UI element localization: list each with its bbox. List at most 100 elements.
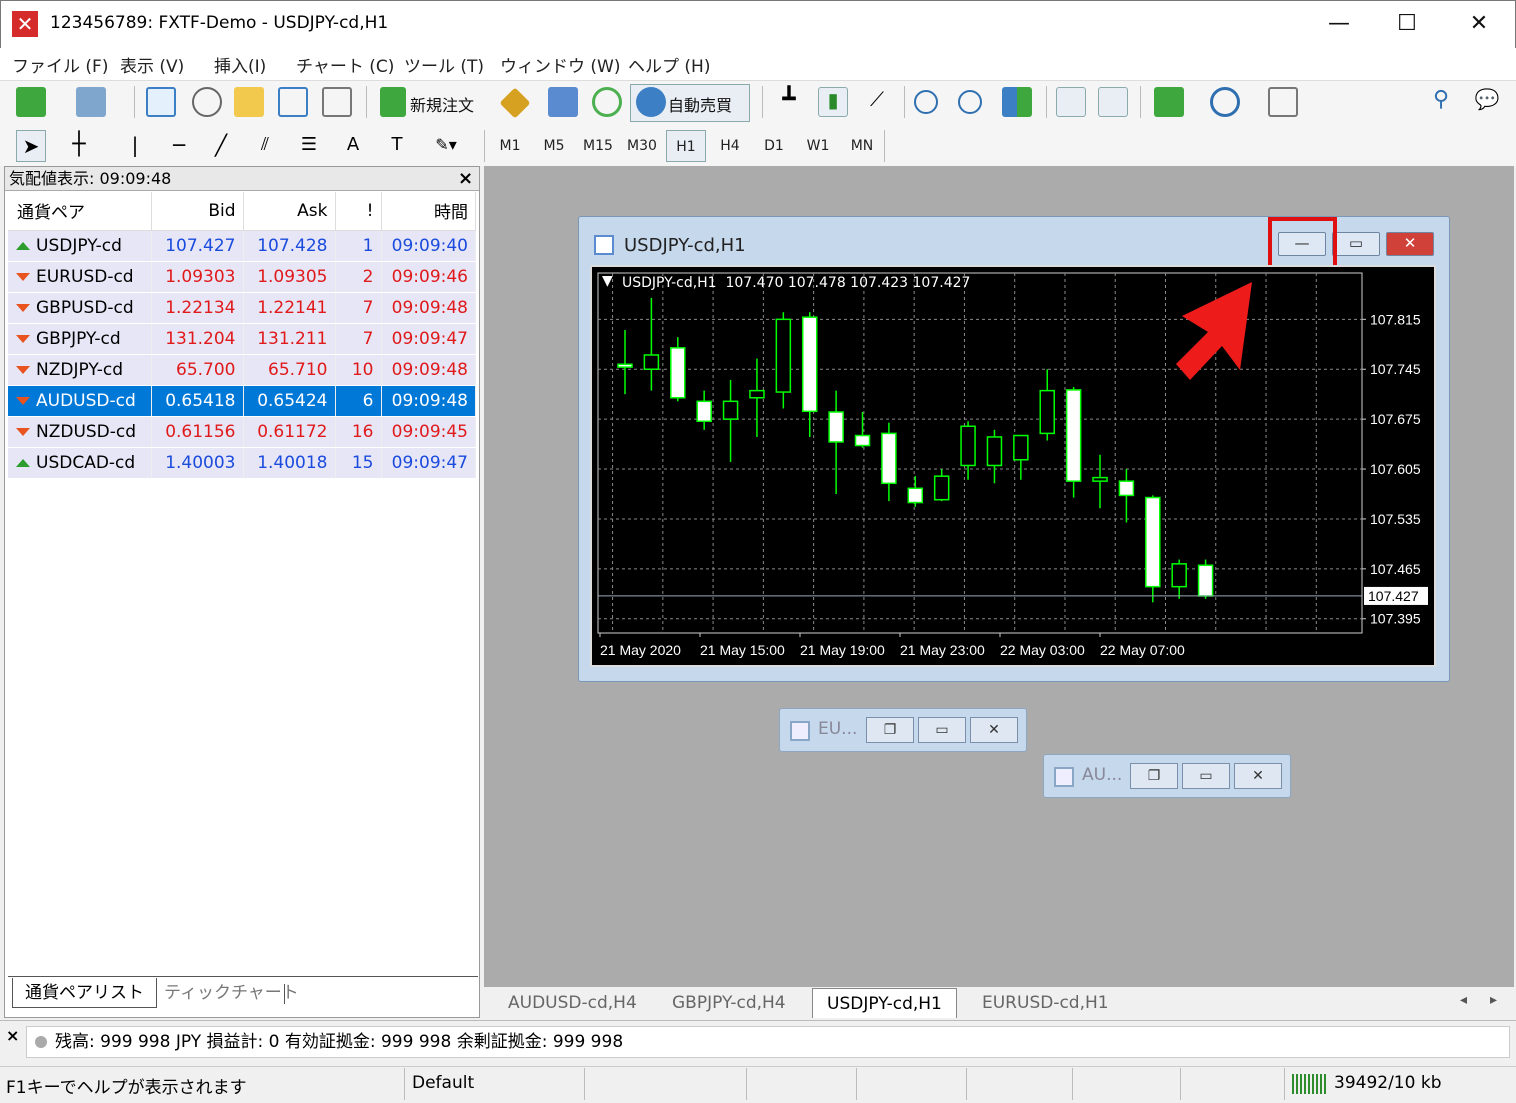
- templates-icon[interactable]: [1268, 87, 1298, 117]
- equidistant-channel-icon[interactable]: ⫽: [250, 130, 280, 162]
- timeframe-mn[interactable]: MN: [842, 130, 882, 162]
- zoom-in-icon[interactable]: [914, 90, 938, 114]
- trendline-icon[interactable]: ╱: [206, 130, 236, 162]
- chart-shift-icon[interactable]: [1098, 87, 1128, 117]
- search-icon[interactable]: ⚲: [1426, 87, 1456, 117]
- strategy-tester-icon[interactable]: [322, 87, 352, 117]
- arrows-icon[interactable]: ✎▾: [426, 130, 466, 162]
- quote-row[interactable]: GBPJPY-cd 131.204 131.211 7 09:09:47: [8, 323, 476, 355]
- toolbar-separator: [1046, 86, 1047, 118]
- auto-scroll-icon[interactable]: [1056, 87, 1086, 117]
- line-chart-icon[interactable]: ⟋: [862, 87, 892, 117]
- maximize-button[interactable]: ▭: [918, 717, 966, 743]
- menu-insert[interactable]: 挿入(I): [214, 52, 266, 77]
- maximize-button[interactable]: ▭: [1182, 763, 1230, 789]
- tab-tick-chart[interactable]: ティックチャート: [152, 978, 311, 1008]
- status-separator: [966, 1068, 967, 1100]
- restore-button[interactable]: ❐: [1130, 763, 1178, 789]
- tab-scroll-right-icon[interactable]: ▸: [1490, 992, 1497, 1008]
- col-time[interactable]: 時間: [381, 192, 476, 231]
- navigator-icon[interactable]: [234, 87, 264, 117]
- quote-time: 09:09:47: [381, 447, 476, 479]
- menu-chart[interactable]: チャート (C): [296, 52, 394, 77]
- horizontal-line-icon[interactable]: ─: [164, 130, 194, 162]
- close-button[interactable]: ✕: [970, 717, 1018, 743]
- toolbar-separator: [904, 86, 905, 118]
- timeframe-h4[interactable]: H4: [710, 130, 750, 162]
- menu-view[interactable]: 表示 (V): [120, 52, 184, 77]
- cursor-icon[interactable]: ➤: [16, 130, 46, 162]
- timeframe-m5[interactable]: M5: [534, 130, 574, 162]
- col-spread[interactable]: !: [335, 192, 382, 231]
- terminal-close-button[interactable]: ×: [6, 1026, 19, 1045]
- col-ask[interactable]: Ask: [243, 192, 336, 231]
- bar-chart-icon[interactable]: ┻: [774, 87, 804, 117]
- minimized-window-audusd[interactable]: AU... ❐ ▭ ✕: [1043, 754, 1291, 798]
- zoom-out-icon[interactable]: [958, 90, 982, 114]
- quote-row[interactable]: EURUSD-cd 1.09303 1.09305 2 09:09:46: [8, 261, 476, 293]
- minimize-button[interactable]: —: [1316, 6, 1362, 42]
- chart-tab-eurusd-h1[interactable]: EURUSD-cd,H1: [968, 988, 1123, 1018]
- signals-icon[interactable]: [548, 87, 578, 117]
- tile-windows-icon[interactable]: [1002, 87, 1032, 117]
- candle-body: [775, 318, 792, 393]
- timeframe-w1[interactable]: W1: [798, 130, 838, 162]
- chart-tab-audusd-h4[interactable]: AUDUSD-cd,H4: [494, 988, 651, 1018]
- fibonacci-icon[interactable]: ☰: [294, 130, 324, 162]
- new-chart-icon[interactable]: [16, 87, 46, 117]
- tab-scroll-left-icon[interactable]: ◂: [1460, 992, 1467, 1008]
- chart-tab-gbpjpy-h4[interactable]: GBPJPY-cd,H4: [658, 988, 800, 1018]
- data-window-icon[interactable]: [192, 87, 222, 117]
- restore-button[interactable]: ❐: [866, 717, 914, 743]
- quote-row[interactable]: GBPUSD-cd 1.22134 1.22141 7 09:09:48: [8, 292, 476, 324]
- menu-tools[interactable]: ツール (T): [404, 52, 484, 77]
- chart-maximize-button[interactable]: ▭: [1332, 232, 1380, 256]
- minimized-window-title: EU...: [818, 719, 858, 739]
- timeframe-d1[interactable]: D1: [754, 130, 794, 162]
- arrow-down-icon: [16, 427, 30, 436]
- timeframe-m1[interactable]: M1: [490, 130, 530, 162]
- maximize-button[interactable]: ☐: [1384, 6, 1430, 42]
- x-tick-label: 21 May 23:00: [900, 642, 985, 658]
- text-tool-icon[interactable]: A: [338, 130, 368, 162]
- chart-tab-usdjpy-h1[interactable]: USDJPY-cd,H1: [812, 988, 957, 1018]
- quote-time: 09:09:47: [381, 323, 476, 355]
- quote-row[interactable]: USDJPY-cd 107.427 107.428 1 09:09:40: [8, 230, 476, 262]
- status-separator: [1180, 1068, 1181, 1100]
- market-watch-icon[interactable]: [146, 87, 176, 117]
- market-icon[interactable]: [592, 87, 622, 117]
- menu-window[interactable]: ウィンドウ (W): [500, 52, 620, 77]
- quote-row[interactable]: AUDUSD-cd 0.65418 0.65424 6 09:09:48: [8, 385, 476, 417]
- chart-info-arrow[interactable]: ▼: [602, 273, 613, 289]
- timeframe-m30[interactable]: M30: [622, 130, 662, 162]
- quote-row[interactable]: NZDJPY-cd 65.700 65.710 10 09:09:48: [8, 354, 476, 386]
- toolbar-separator: [1140, 86, 1141, 118]
- col-bid[interactable]: Bid: [151, 192, 244, 231]
- periods-icon[interactable]: [1210, 87, 1240, 117]
- quote-row[interactable]: NZDUSD-cd 0.61156 0.61172 16 09:09:45: [8, 416, 476, 448]
- indicators-icon[interactable]: [1154, 87, 1184, 117]
- minimized-window-eurusd[interactable]: EU... ❐ ▭ ✕: [779, 708, 1027, 752]
- profiles-icon[interactable]: [76, 87, 106, 117]
- timeframe-m15[interactable]: M15: [578, 130, 618, 162]
- timeframe-h1[interactable]: H1: [666, 130, 706, 162]
- tab-symbols[interactable]: 通貨ペアリスト: [12, 978, 157, 1008]
- chat-icon[interactable]: 💬: [1472, 87, 1502, 117]
- candlestick-icon[interactable]: ▮: [818, 87, 848, 117]
- chart-close-button[interactable]: ✕: [1386, 232, 1434, 256]
- vertical-line-icon[interactable]: |: [120, 130, 150, 162]
- new-order-button[interactable]: 新規注文: [410, 92, 474, 116]
- close-button[interactable]: ✕: [1234, 763, 1282, 789]
- close-button[interactable]: ✕: [1456, 6, 1502, 42]
- menu-file[interactable]: ファイル (F): [12, 52, 108, 77]
- quote-row[interactable]: USDCAD-cd 1.40003 1.40018 15 09:09:47: [8, 447, 476, 479]
- crosshair-icon[interactable]: ┼: [64, 130, 94, 162]
- terminal-icon[interactable]: [278, 87, 308, 117]
- quote-symbol: USDCAD-cd: [8, 447, 152, 479]
- menu-help[interactable]: ヘルプ (H): [628, 52, 710, 77]
- chart-canvas[interactable]: 107.815 107.745 107.675 107.605 107.535 107.4…: [590, 265, 1436, 667]
- market-watch-close-button[interactable]: ×: [458, 168, 473, 189]
- quote-spread: 16: [335, 416, 382, 448]
- text-label-icon[interactable]: T: [382, 130, 412, 162]
- col-pair[interactable]: 通貨ペア: [8, 192, 152, 231]
